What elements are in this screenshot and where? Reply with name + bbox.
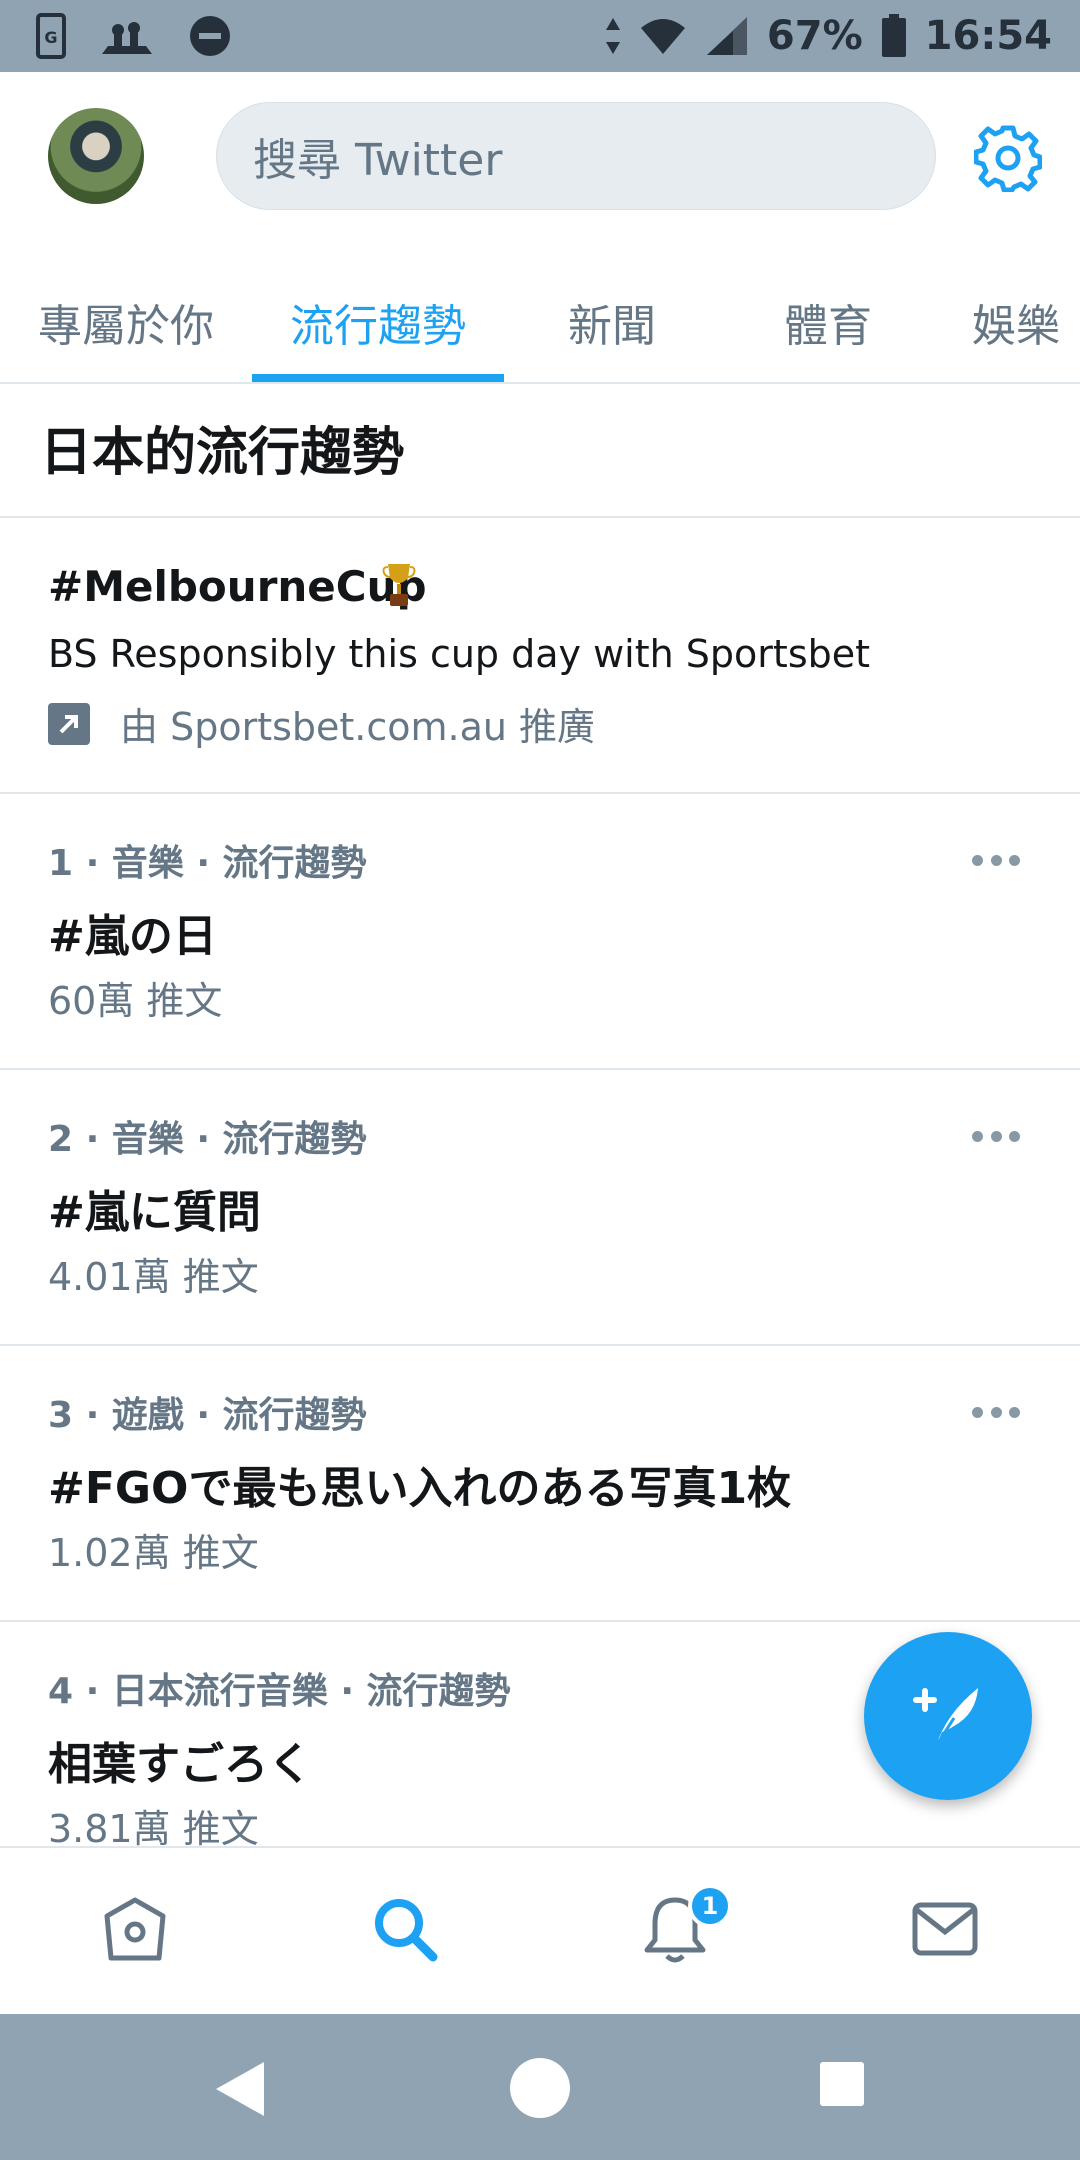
explore-tabs: 專屬於你 流行趨勢 新聞 體育 娛樂 bbox=[0, 262, 1080, 384]
trend-name: #FGOで最も思い入れのある写真1枚 bbox=[48, 1463, 792, 1514]
notification-badge: 1 bbox=[688, 1884, 732, 1928]
trend-name: #嵐に質問 bbox=[48, 1187, 261, 1238]
gear-icon[interactable] bbox=[974, 124, 1042, 192]
trend-meta: 2 · 音樂 · 流行趨勢 bbox=[48, 1119, 367, 1160]
trend-item[interactable]: 2 · 音樂 · 流行趨勢 #嵐に質問 4.01萬 推文 bbox=[0, 1070, 1080, 1346]
battery-icon bbox=[881, 14, 906, 57]
promoted-by: 由 Sportsbet.com.au 推廣 bbox=[48, 696, 595, 751]
trend-item[interactable]: 1 · 音樂 · 流行趨勢 #嵐の日 60萬 推文 bbox=[0, 794, 1080, 1070]
tab-for-you[interactable]: 專屬於你 bbox=[18, 262, 234, 382]
trend-meta: 3 · 遊戲 · 流行趨勢 bbox=[48, 1395, 367, 1436]
back-icon[interactable] bbox=[212, 2058, 268, 2120]
search-placeholder: 搜尋 Twitter bbox=[253, 135, 503, 186]
trend-tweet-count: 3.81萬 推文 bbox=[48, 1807, 259, 1846]
more-options-icon[interactable] bbox=[972, 852, 1020, 868]
do-not-disturb-icon bbox=[190, 16, 230, 56]
recent-apps-icon[interactable] bbox=[818, 2060, 866, 2108]
messages-icon[interactable] bbox=[900, 1884, 990, 1974]
promoted-by-text: 由 Sportsbet.com.au 推廣 bbox=[120, 705, 596, 749]
compose-tweet-button[interactable] bbox=[864, 1632, 1032, 1800]
svg-text:G: G bbox=[44, 28, 57, 47]
trend-meta: 4 · 日本流行音樂 · 流行趨勢 bbox=[48, 1671, 511, 1712]
trend-tweet-count: 1.02萬 推文 bbox=[48, 1531, 259, 1575]
trend-meta: 1 · 音樂 · 流行趨勢 bbox=[48, 843, 367, 884]
trend-item[interactable]: 3 · 遊戲 · 流行趨勢 #FGOで最も思い入れのある写真1枚 1.02萬 推… bbox=[0, 1346, 1080, 1622]
data-arrows-icon bbox=[605, 18, 620, 54]
status-bar: G 67% 16:54 bbox=[0, 0, 1080, 72]
signal-icon bbox=[706, 17, 747, 55]
system-navigation-bar bbox=[0, 2014, 1080, 2160]
promoted-trend-title: #MelbourneCup bbox=[48, 562, 427, 611]
clock: 16:54 bbox=[924, 13, 1052, 59]
home-icon[interactable] bbox=[90, 1884, 180, 1974]
tab-trending[interactable]: 流行趨勢 bbox=[252, 262, 504, 382]
promoted-arrow-icon bbox=[48, 702, 90, 745]
app-header: 搜尋 Twitter bbox=[0, 72, 1080, 242]
trend-name: #嵐の日 bbox=[48, 911, 217, 962]
more-options-icon[interactable] bbox=[972, 1404, 1020, 1420]
promoted-trend-description: BS Responsibly this cup day with Sportsb… bbox=[48, 632, 871, 676]
trend-tweet-count: 60萬 推文 bbox=[48, 979, 223, 1023]
photo-icon bbox=[102, 22, 152, 54]
more-options-icon[interactable] bbox=[972, 1128, 1020, 1144]
trend-name: 相葉すごろく bbox=[48, 1739, 312, 1790]
tab-news[interactable]: 新聞 bbox=[540, 262, 684, 382]
tab-sports[interactable]: 體育 bbox=[756, 262, 900, 382]
compose-feather-icon bbox=[913, 1688, 978, 1747]
screenshot-icon: G bbox=[36, 13, 66, 59]
section-title: 日本的流行趨勢 bbox=[40, 423, 405, 483]
tab-entertainment[interactable]: 娛樂 bbox=[972, 262, 1080, 382]
promoted-trend[interactable]: #MelbourneCup BS Responsibly this cup da… bbox=[0, 518, 1080, 794]
twitter-explore-screen: G 67% 16:54 搜尋 Twitter 專屬於你 流行趨勢 新聞 體育 娛… bbox=[0, 0, 1080, 2160]
search-icon[interactable] bbox=[360, 1884, 450, 1974]
bottom-navigation: 1 bbox=[0, 1846, 1080, 2014]
battery-percentage: 67% bbox=[766, 13, 863, 59]
active-tab-indicator bbox=[252, 374, 504, 382]
avatar[interactable] bbox=[48, 108, 144, 204]
trend-tweet-count: 4.01萬 推文 bbox=[48, 1255, 259, 1299]
wifi-icon bbox=[640, 19, 685, 54]
trophy-icon bbox=[382, 564, 416, 606]
home-button-icon[interactable] bbox=[508, 2056, 572, 2120]
search-input[interactable]: 搜尋 Twitter bbox=[216, 102, 936, 210]
